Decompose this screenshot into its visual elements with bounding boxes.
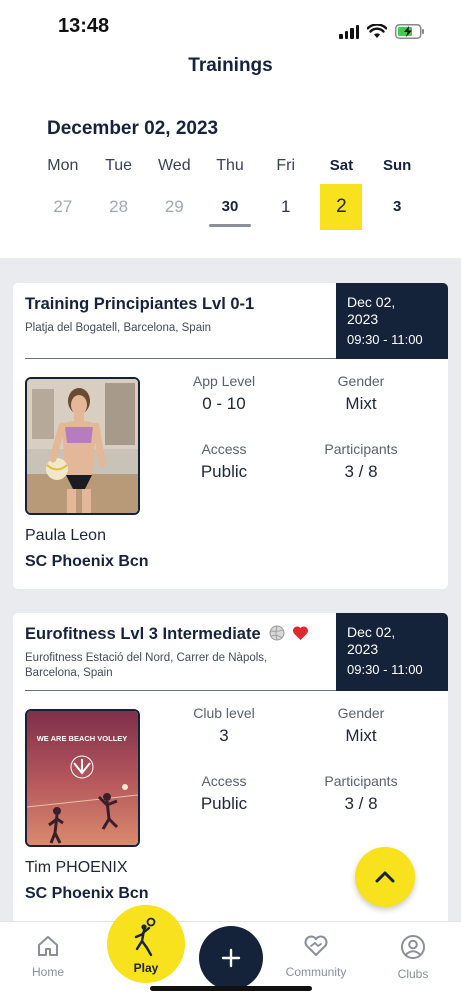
day-number-selected: 2 [320,184,363,230]
participants-value: 3 / 8 [344,794,378,813]
gender-value: Mixt [345,726,377,745]
day-name: Mon [47,157,79,174]
gender-label: Gender [337,373,385,389]
club-name[interactable]: SC Phoenix Bcn [25,885,149,903]
participants-label: Participants [324,773,398,789]
gender-label: Gender [337,705,385,721]
page-title: Trainings [188,55,273,76]
status-time: 13:48 [58,15,110,37]
training-year: 2023 [347,311,379,327]
training-date-box: Dec 02, 2023 09:30 - 11:00 [336,283,448,359]
training-card-header: Training Principiantes Lvl 0-1 Platja de… [13,283,448,359]
day-number: 29 [164,197,184,216]
wifi-icon [367,24,387,38]
add-training-button[interactable] [199,926,263,990]
training-address: Eurofitness Estació del Nord, Carrer de … [25,652,268,679]
scroll-to-top-button[interactable] [355,847,415,907]
training-card-header: Eurofitness Lvl 3 Intermediate Eurofitne… [13,613,448,691]
training-year: 2023 [347,641,379,657]
day-wed[interactable]: Wed 29 [146,155,202,230]
cellular-signal-icon [339,24,359,39]
level-value: 3 [219,726,229,745]
day-name: Sun [383,157,412,174]
training-card-body: App Level 0 - 10 Gender Mixt Access Publ… [13,359,448,571]
training-title: Training Principiantes Lvl 0-1 [25,295,255,313]
level-stat: Club level 3 [164,705,284,746]
selected-date-title: December 02, 2023 [47,118,219,139]
tab-label: Community [285,965,347,979]
training-title-row: Eurofitness Lvl 3 Intermediate [25,625,309,644]
level-stat: App Level 0 - 10 [164,373,284,414]
day-mon[interactable]: Mon 27 [35,155,91,230]
photo-caption: WE ARE BEACH VOLLEY [37,734,128,743]
access-label: Access [201,773,247,789]
training-card[interactable]: Training Principiantes Lvl 0-1 Platja de… [13,283,448,589]
gender-stat: Gender Mixt [301,705,421,746]
day-thu[interactable]: Thu 30 [202,155,258,230]
heart-icon[interactable] [292,625,309,641]
day-number: 1 [281,197,291,216]
training-time: 09:30 - 11:00 [347,662,423,677]
access-value: Public [200,462,248,481]
participants-stat: Participants 3 / 8 [301,773,421,814]
plus-icon [221,948,241,968]
tab-label: Clubs [397,967,429,981]
tab-clubs[interactable]: Clubs [368,934,458,981]
access-value: Public [200,794,248,813]
access-stat: Access Public [164,773,284,814]
home-indicator [150,986,312,991]
community-heart-icon [304,935,328,956]
training-address: Platja del Bogatell, Barcelona, Spain [25,322,212,334]
day-fri[interactable]: Fri 1 [258,155,314,230]
tab-label: Home [31,965,64,979]
status-icons [339,24,425,39]
level-label: App Level [192,373,256,389]
volleyball-icon [269,625,285,641]
training-title: Eurofitness Lvl 3 Intermediate [25,625,261,643]
battery-charging-icon [395,24,424,39]
chevron-up-icon [375,871,395,883]
day-name: Wed [157,157,191,174]
clubs-user-icon [401,935,425,959]
access-stat: Access Public [164,441,284,482]
coach-name[interactable]: Tim PHOENIX [25,859,128,877]
day-name: Thu [216,157,244,174]
day-sun[interactable]: Sun 3 [369,155,425,230]
access-label: Access [201,441,247,457]
day-name: Tue [105,157,133,174]
level-label: Club level [193,705,255,721]
coach-photo[interactable] [25,377,140,515]
club-name[interactable]: SC Phoenix Bcn [25,553,149,571]
home-icon [38,936,58,956]
gender-value: Mixt [345,394,377,413]
tab-label: Play [133,961,159,975]
day-sat[interactable]: Sat 2 [314,155,370,230]
training-date: Dec 02, [347,294,396,310]
participants-label: Participants [324,441,398,457]
tab-community[interactable]: Community [271,934,361,979]
day-tue[interactable]: Tue 28 [91,155,147,230]
day-number: 28 [109,197,129,216]
tab-home[interactable]: Home [3,934,93,979]
gender-stat: Gender Mixt [301,373,421,414]
participants-value: 3 / 8 [344,462,378,481]
coach-name[interactable]: Paula Leon [25,527,106,545]
day-number: 3 [393,198,402,215]
volleyball-player-icon [134,917,156,957]
status-bar: 13:48 [0,0,461,50]
day-number: 27 [53,197,73,216]
day-name: Fri [276,157,296,174]
training-time: 09:30 - 11:00 [347,332,423,347]
level-value: 0 - 10 [202,394,246,413]
training-date-box: Dec 02, 2023 09:30 - 11:00 [336,613,448,691]
participants-stat: Participants 3 / 8 [301,441,421,482]
tab-play[interactable]: Play [107,905,185,983]
training-date: Dec 02, [347,624,396,640]
week-selector: Mon 27 Tue 28 Wed 29 Thu 30 Fri 1 Sat 2 … [35,155,425,230]
day-name: Sat [329,157,354,174]
club-photo[interactable]: WE ARE BEACH VOLLEY [25,709,140,847]
